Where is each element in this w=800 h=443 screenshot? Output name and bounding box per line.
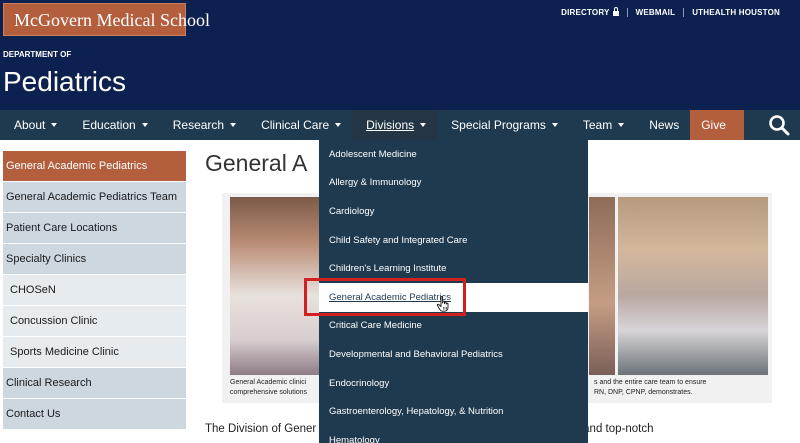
nav-label: Research (172, 118, 225, 132)
menu-item-endocrinology[interactable]: Endocrinology (319, 369, 588, 398)
caption-line: comprehensive solutions (230, 389, 308, 396)
main-nav: About Education Research Clinical Care D… (0, 110, 800, 140)
utility-divider (683, 8, 685, 17)
nav-give[interactable]: Give (690, 110, 744, 140)
webmail-link[interactable]: WEBMAIL (636, 8, 676, 17)
nav-label: Education (82, 118, 136, 132)
nav-research[interactable]: Research (159, 110, 247, 140)
caret-down-icon (551, 123, 558, 127)
menu-item-adolescent-medicine[interactable]: Adolescent Medicine (319, 140, 588, 169)
menu-item-hematology[interactable]: Hematology (319, 426, 588, 443)
sidebar-item-contact-us[interactable]: Contact Us (3, 399, 186, 430)
photo-caption-right: s and the entire care team to ensure RN,… (594, 378, 706, 398)
sidebar-item-gap-team[interactable]: General Academic Pediatrics Team (3, 182, 186, 213)
intro-text-left: The Division of Gener (205, 423, 317, 435)
caret-down-icon (335, 123, 342, 127)
caret-down-icon (141, 123, 148, 127)
nav-clinical-care[interactable]: Clinical Care (247, 110, 352, 140)
clinician-photo (589, 197, 615, 375)
caret-down-icon (618, 123, 625, 127)
nav-label: Team (582, 118, 613, 132)
menu-item-allergy-immunology[interactable]: Allergy & Immunology (319, 169, 588, 198)
nav-label: News (649, 118, 680, 132)
sidebar-item-sports-medicine-clinic[interactable]: Sports Medicine Clinic (3, 337, 186, 368)
nav-label: Clinical Care (261, 118, 330, 132)
caret-down-icon (51, 123, 58, 127)
department-title[interactable]: Pediatrics (3, 66, 126, 98)
page-title: General A (205, 150, 308, 176)
nav-divisions[interactable]: Divisions (352, 110, 438, 140)
search-icon[interactable] (768, 114, 790, 136)
utility-divider (626, 8, 628, 17)
sidebar-item-specialty-clinics[interactable]: Specialty Clinics (3, 244, 186, 275)
nav-label: About (14, 118, 46, 132)
utility-links: DIRECTORY WEBMAIL UTHEALTH HOUSTON (561, 7, 780, 17)
care-team-photo (618, 197, 768, 375)
logo-text: McGovern Medical School (14, 10, 210, 30)
caption-line: s and the entire care team to ensure (594, 379, 707, 386)
sidebar-item-concussion-clinic[interactable]: Concussion Clinic (3, 306, 186, 337)
menu-item-gastroenterology[interactable]: Gastroenterology, Hepatology, & Nutritio… (319, 397, 588, 426)
menu-item-developmental-behavioral[interactable]: Developmental and Behavioral Pediatrics (319, 340, 588, 369)
department-label: DEPARTMENT OF (3, 50, 72, 59)
menu-item-child-safety[interactable]: Child Safety and Integrated Care (319, 226, 588, 255)
sidebar-item-chosen[interactable]: CHOSeN (3, 275, 186, 306)
nav-label: Divisions (366, 118, 415, 132)
nav-label: Give (701, 118, 726, 132)
directory-link[interactable]: DIRECTORY (561, 8, 609, 17)
nav-about[interactable]: About (0, 110, 68, 140)
site-header: McGovern Medical School DIRECTORY WEBMAI… (0, 0, 800, 110)
sidebar-nav: General Academic Pediatrics General Acad… (3, 151, 186, 430)
school-logo[interactable]: McGovern Medical School (3, 3, 210, 36)
nav-team[interactable]: Team (569, 110, 635, 140)
caret-down-icon (230, 123, 237, 127)
hand-pointer-icon (436, 296, 449, 312)
caption-line: General Academic clinici (230, 379, 307, 386)
caption-line: RN, DNP, CPNP, demonstrates. (594, 389, 693, 396)
photo-caption-left: General Academic clinici comprehensive s… (230, 378, 307, 398)
uthealth-link[interactable]: UTHEALTH HOUSTON (692, 8, 780, 17)
nav-news[interactable]: News (635, 110, 690, 140)
sidebar-item-patient-care-locations[interactable]: Patient Care Locations (3, 213, 186, 244)
nav-education[interactable]: Education (68, 110, 158, 140)
lock-icon (612, 7, 619, 16)
caret-down-icon (420, 123, 427, 127)
sidebar-item-general-academic-pediatrics[interactable]: General Academic Pediatrics (3, 151, 186, 182)
nav-label: Special Programs (451, 118, 546, 132)
sidebar-item-clinical-research[interactable]: Clinical Research (3, 368, 186, 399)
nav-special-programs[interactable]: Special Programs (437, 110, 569, 140)
menu-item-cardiology[interactable]: Cardiology (319, 197, 588, 226)
